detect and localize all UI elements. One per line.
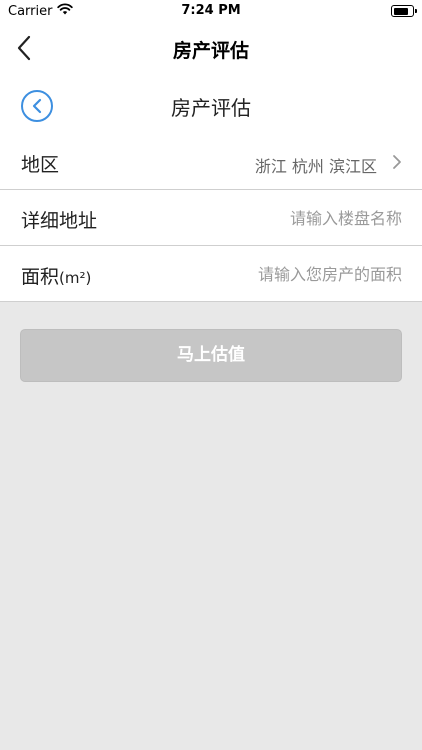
status-time: 7:24 PM	[181, 3, 241, 18]
address-row: 详细地址	[0, 190, 422, 246]
area-unit: (m²)	[59, 269, 92, 287]
nav-title: 房产评估	[172, 40, 249, 62]
page-header: 房产评估	[0, 76, 422, 134]
estimate-button[interactable]: 马上估值	[20, 329, 402, 382]
address-input[interactable]	[182, 202, 402, 234]
chevron-right-icon	[393, 155, 401, 169]
nav-bar: 房产评估	[0, 22, 422, 76]
status-bar: Carrier 7:24 PM	[0, 0, 422, 22]
area-label-group: 面积(m²)	[21, 262, 91, 289]
screen: Carrier 7:24 PM 房产评估 房产评估 地区 浙江 杭州 滨江区 详…	[0, 0, 422, 750]
area-row: 面积(m²)	[0, 246, 422, 302]
region-row[interactable]: 地区 浙江 杭州 滨江区	[0, 134, 422, 190]
area-input[interactable]	[182, 258, 402, 290]
region-value: 浙江 杭州 滨江区	[254, 157, 377, 176]
battery-icon	[391, 5, 417, 17]
area-label: 面积	[21, 266, 60, 288]
page-title: 房产评估	[171, 96, 251, 120]
estimate-form: 地区 浙江 杭州 滨江区 详细地址 面积(m²)	[0, 134, 422, 302]
region-label: 地区	[21, 154, 60, 176]
address-label: 详细地址	[21, 210, 98, 232]
